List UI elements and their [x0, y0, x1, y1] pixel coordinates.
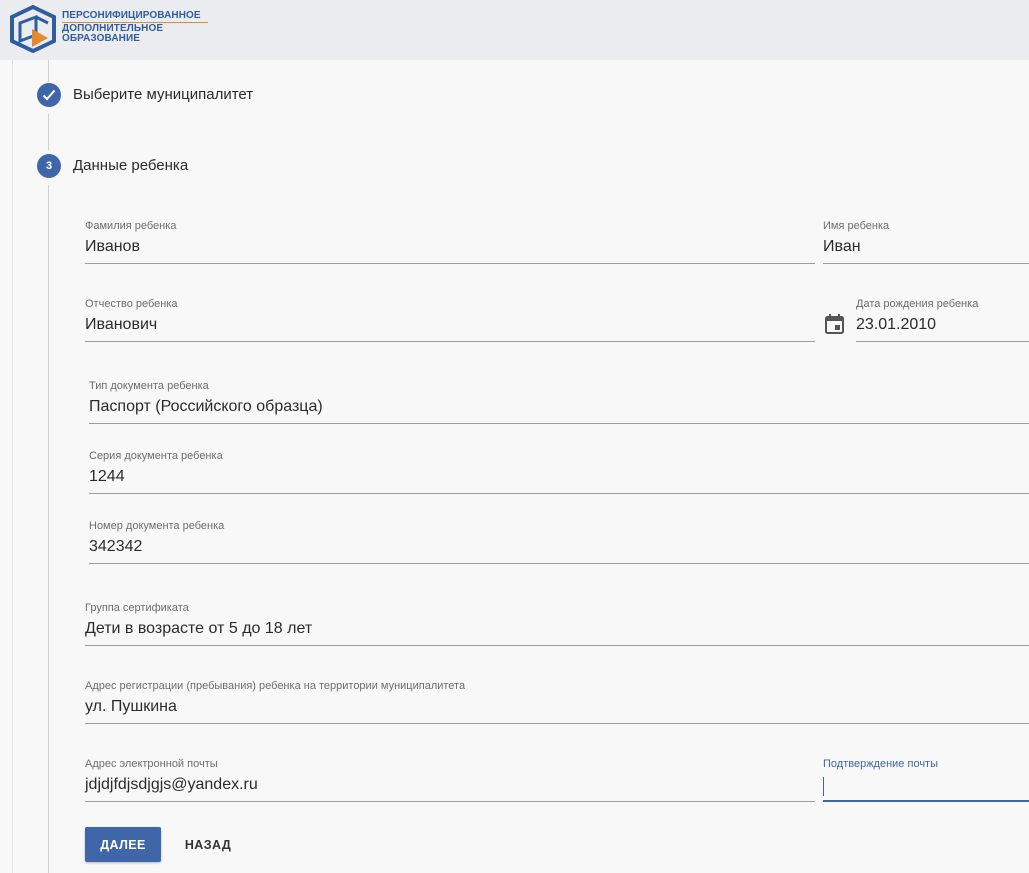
patronymic-field[interactable]: Отчество ребенка Иванович [85, 291, 815, 342]
birth-date-field[interactable]: Дата рождения ребенка 23.01.2010 [856, 291, 1029, 342]
address-label: Адрес регистрации (пребывания) ребенка н… [85, 680, 466, 692]
doc-series-input[interactable]: 1244 [89, 468, 125, 486]
patronymic-label: Отчество ребенка [85, 298, 178, 310]
cube-logo-icon[interactable] [8, 4, 58, 58]
calendar-icon[interactable] [825, 314, 844, 339]
logo-text: ПЕРСОНИФИЦИРОВАННОЕ ДОПОЛНИТЕЛЬНОЕ ОБРАЗ… [62, 10, 208, 45]
step-active-indicator: 3 [37, 154, 61, 178]
step-connector [48, 114, 49, 150]
step-completed-indicator [37, 83, 61, 107]
cert-group-value[interactable]: Дети в возрасте от 5 до 18 лет [85, 620, 312, 638]
name-label: Имя ребенка [823, 220, 890, 232]
step-connector [48, 60, 49, 82]
name-field[interactable]: Имя ребенка Иван [823, 213, 1029, 264]
doc-type-label: Тип документа ребенка [89, 380, 209, 392]
logo-line-1: ПЕРСОНИФИЦИРОВАННОЕ [62, 10, 201, 21]
app-header: ПЕРСОНИФИЦИРОВАННОЕ ДОПОЛНИТЕЛЬНОЕ ОБРАЗ… [0, 0, 1029, 60]
doc-number-field[interactable]: Номер документа ребенка 342342 [89, 513, 1029, 564]
email-input[interactable]: jdjdjfdjsdjgjs@yandex.ru [85, 776, 258, 794]
email-confirm-field[interactable]: Подтверждение почты [823, 751, 1029, 802]
doc-type-value[interactable]: Паспорт (Российского образца) [89, 398, 323, 416]
name-input[interactable]: Иван [823, 238, 861, 256]
doc-type-select[interactable]: Тип документа ребенка Паспорт (Российско… [89, 373, 1029, 424]
doc-series-field[interactable]: Серия документа ребенка 1244 [89, 443, 1029, 494]
birth-date-label: Дата рождения ребенка [856, 298, 979, 310]
check-icon [42, 89, 56, 101]
surname-field[interactable]: Фамилия ребенка Иванов [85, 213, 815, 264]
step-title-child-data: Данные ребенка [73, 157, 189, 174]
doc-number-input[interactable]: 342342 [89, 538, 142, 556]
cert-group-select[interactable]: Группа сертификата Дети в возрасте от 5 … [85, 595, 1029, 646]
birth-date-input[interactable]: 23.01.2010 [856, 316, 936, 334]
step-title-municipality[interactable]: Выберите муниципалитет [73, 86, 253, 103]
page-left-border [12, 60, 13, 873]
next-button[interactable]: ДАЛЕЕ [85, 827, 161, 862]
step-content-line [48, 185, 49, 873]
address-input[interactable]: ул. Пушкина [85, 698, 177, 716]
text-cursor [823, 777, 824, 796]
surname-input[interactable]: Иванов [85, 238, 140, 256]
back-button[interactable]: НАЗАД [172, 827, 244, 862]
logo-line-3: ОБРАЗОВАНИЕ [62, 33, 141, 44]
address-field[interactable]: Адрес регистрации (пребывания) ребенка н… [85, 673, 1029, 724]
patronymic-input[interactable]: Иванович [85, 316, 157, 334]
email-confirm-label: Подтверждение почты [823, 758, 938, 770]
surname-label: Фамилия ребенка [85, 220, 177, 232]
doc-number-label: Номер документа ребенка [89, 520, 225, 532]
email-field[interactable]: Адрес электронной почты jdjdjfdjsdjgjs@y… [85, 751, 815, 802]
cert-group-label: Группа сертификата [85, 602, 189, 614]
email-label: Адрес электронной почты [85, 758, 218, 770]
doc-series-label: Серия документа ребенка [89, 450, 223, 462]
